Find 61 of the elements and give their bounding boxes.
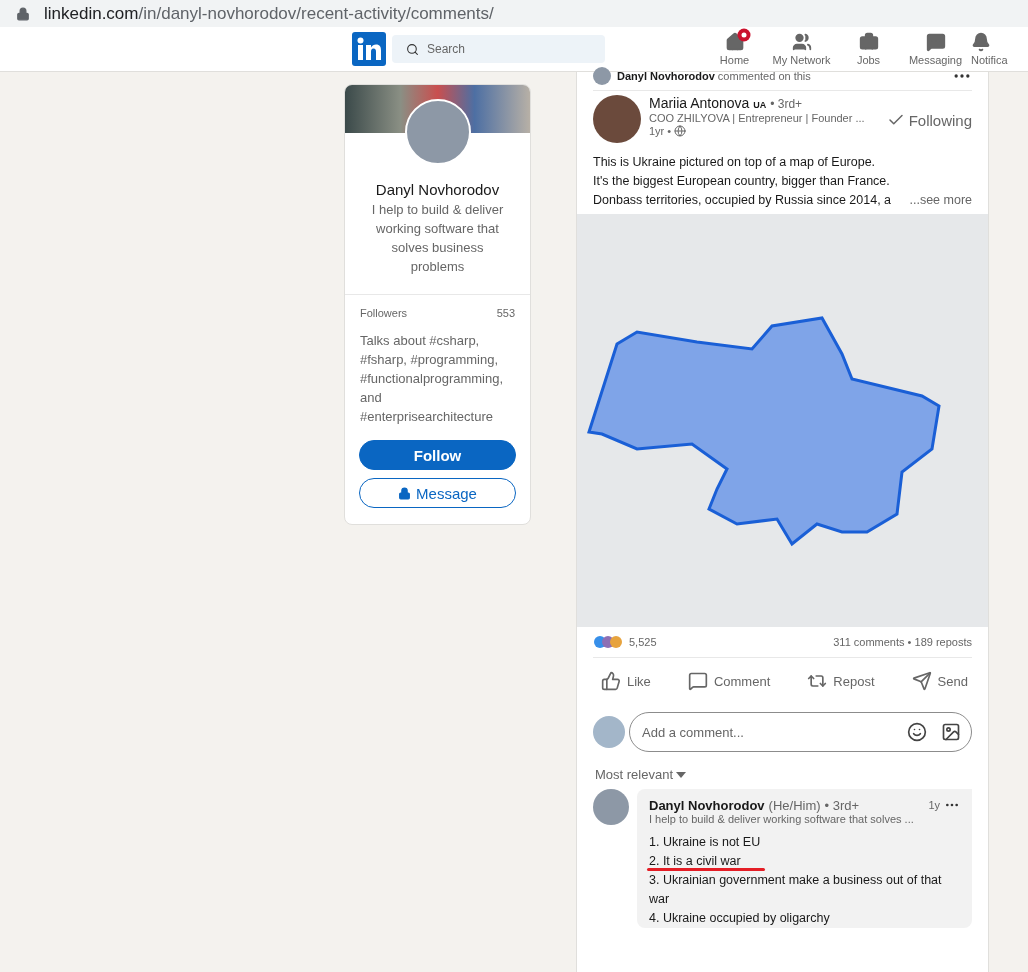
search-icon [406, 42, 419, 56]
nav-item[interactable]: Messaging [902, 32, 969, 67]
comment-text: 1. Ukraine is not EU [649, 834, 762, 851]
comment-text: 4. Ukraine occupied by oligarchy [649, 910, 831, 927]
bell-icon [971, 32, 991, 53]
url-text: linkedin.com/in/danyl-novhorodov/recent-activity/comments/ [44, 3, 494, 24]
like-button[interactable]: Like [597, 664, 655, 698]
avatar [593, 95, 641, 143]
avatar [593, 789, 629, 825]
avatar [593, 716, 625, 748]
pronouns: (He/Him) [768, 797, 821, 813]
following-button[interactable]: Following [886, 111, 972, 129]
talks-about-text: Talks about #csharp, #fsharp, #programming, #functionalprogramming, and #enterprisearchitecture [359, 332, 505, 426]
comment-text: 3. Ukrainian government make a business out of that war [649, 872, 943, 908]
comment-button[interactable]: Comment [683, 664, 775, 698]
message-button[interactable]: Message [359, 478, 516, 508]
post-time: 1yr • [649, 125, 672, 137]
nav-item[interactable]: Jobs [835, 32, 902, 67]
speech-bubble-icon [687, 671, 708, 691]
comment-time: 1y [928, 799, 940, 811]
search-input[interactable]: Search [425, 41, 605, 58]
post-text: This is Ukraine pictured on top of a map of Europe. [593, 154, 876, 171]
lock-icon [16, 6, 30, 21]
paper-plane-icon [911, 671, 932, 691]
address-bar[interactable]: linkedin.com/in/danyl-novhorodov/recent-activity/comments/ [0, 0, 1028, 28]
sort-dropdown[interactable]: Most relevant [589, 766, 693, 783]
repost-button[interactable]: Repost [803, 664, 879, 698]
profile-name: Danyl Novhorodov [375, 181, 500, 198]
post-text: It's the biggest European country, bigger than France. [593, 173, 890, 190]
avatar [593, 67, 611, 85]
people-icon [791, 32, 812, 53]
followers-label: Followers [360, 307, 408, 319]
emoji-icon[interactable] [907, 722, 927, 742]
followers-count: 553 [496, 307, 515, 319]
activity-text: Danyl Novhorodov commented on this [617, 70, 811, 82]
follow-button[interactable]: Follow [359, 440, 516, 470]
briefcase-icon [858, 32, 879, 53]
chat-bubble-icon [925, 32, 946, 53]
nav-item[interactable]: Home [701, 32, 768, 67]
image-icon[interactable] [941, 722, 961, 742]
nav-item[interactable]: My Network [768, 32, 835, 67]
caret-icon [676, 771, 687, 778]
connection-degree: • 3rd+ [824, 797, 860, 813]
globe-icon [674, 125, 687, 137]
lock-icon [398, 486, 412, 500]
author-name[interactable]: Mariia Antonova UA • 3rd+ [649, 95, 879, 111]
author-subtitle: COO ZHILYOVA | Entrepreneur | Founder ... [649, 112, 866, 124]
comment-headline: I help to build & deliver working software that solves ... [649, 813, 915, 825]
logo-icon[interactable] [352, 32, 386, 67]
reaction-count[interactable]: 5,525 [629, 636, 657, 648]
post-text: Donbass territories, occupied by Russia since 2014, a [593, 192, 892, 209]
nav-item[interactable]: Notifica [969, 32, 1028, 67]
see-more-link[interactable]: ...see more [909, 191, 972, 210]
post-stats[interactable]: 311 comments • 189 reposts [833, 636, 972, 648]
comment-author[interactable]: Danyl Novhorodov [649, 797, 765, 813]
profile-headline: I help to build & deliver working software that solves business problems [370, 201, 505, 276]
search-field[interactable]: Search [392, 35, 605, 64]
reaction-icons[interactable] [593, 635, 625, 649]
thumbs-up-icon [601, 671, 621, 691]
send-button[interactable]: Send [907, 664, 972, 698]
comment-text: 2. It is a civil war [649, 853, 742, 870]
